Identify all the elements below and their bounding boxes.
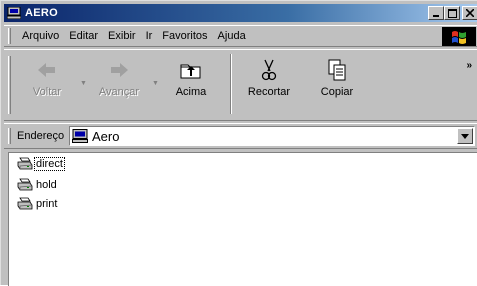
- maximize-button[interactable]: [444, 6, 460, 20]
- list-item[interactable]: print: [17, 196, 58, 212]
- address-label: Endereço: [17, 130, 65, 142]
- address-bar: Endereço Aero: [4, 123, 477, 149]
- scissors-icon: [257, 58, 281, 82]
- up-button[interactable]: Acima: [162, 54, 220, 114]
- address-dropdown-button[interactable]: [457, 128, 473, 144]
- back-label: Voltar: [32, 86, 62, 98]
- computer-icon: [72, 129, 88, 143]
- close-button[interactable]: [462, 6, 477, 20]
- addressbar-grip[interactable]: [8, 128, 11, 144]
- title-bar[interactable]: AERO: [4, 4, 477, 22]
- folder-up-icon: [179, 58, 203, 82]
- back-arrow-icon: [35, 58, 59, 82]
- menu-exibir[interactable]: Exibir: [103, 30, 141, 42]
- forward-arrow-icon: [107, 58, 131, 82]
- menu-arquivo[interactable]: Arquivo: [17, 30, 64, 42]
- window-controls: [428, 6, 477, 20]
- forward-dropdown-icon[interactable]: ▼: [152, 80, 159, 87]
- copy-button[interactable]: Copiar: [308, 54, 366, 114]
- computer-icon: [7, 7, 21, 19]
- up-label: Acima: [175, 86, 207, 98]
- printer-icon: [17, 178, 33, 192]
- menu-ir[interactable]: Ir: [141, 30, 158, 42]
- window-title: AERO: [25, 7, 58, 19]
- file-label: print: [36, 198, 58, 210]
- file-list-view[interactable]: direct hold print: [8, 152, 477, 286]
- windows-logo-icon: [442, 27, 476, 46]
- standard-toolbar: Voltar ▼ Avançar ▼ Acima Recortar Copiar…: [4, 49, 477, 121]
- menubar-grip[interactable]: [8, 28, 11, 44]
- menu-bar: Arquivo Editar Exibir Ir Favoritos Ajuda: [4, 25, 477, 47]
- back-dropdown-icon[interactable]: ▼: [80, 80, 87, 87]
- copy-label: Copiar: [320, 86, 354, 98]
- list-item[interactable]: hold: [17, 177, 58, 193]
- printer-icon: [17, 197, 33, 211]
- toolbar-overflow-chevron[interactable]: »: [466, 60, 472, 71]
- copy-icon: [325, 58, 349, 82]
- explorer-window: AERO Arquivo Editar Exibir Ir Favoritos …: [0, 0, 477, 286]
- forward-button[interactable]: Avançar: [90, 54, 148, 114]
- file-label: hold: [36, 179, 57, 191]
- menu-editar[interactable]: Editar: [64, 30, 103, 42]
- toolbar-separator: [230, 54, 232, 114]
- address-value: Aero: [92, 128, 120, 144]
- forward-label: Avançar: [98, 86, 140, 98]
- cut-label: Recortar: [247, 86, 291, 98]
- address-input[interactable]: Aero: [69, 126, 475, 146]
- minimize-button[interactable]: [428, 6, 444, 20]
- file-label: direct: [34, 157, 65, 171]
- cut-button[interactable]: Recortar: [240, 54, 298, 114]
- menu-ajuda[interactable]: Ajuda: [213, 30, 251, 42]
- toolbar-grip[interactable]: [8, 56, 11, 114]
- menu-favoritos[interactable]: Favoritos: [157, 30, 212, 42]
- list-item[interactable]: direct: [17, 156, 65, 172]
- back-button[interactable]: Voltar: [18, 54, 76, 114]
- printer-icon: [17, 157, 33, 171]
